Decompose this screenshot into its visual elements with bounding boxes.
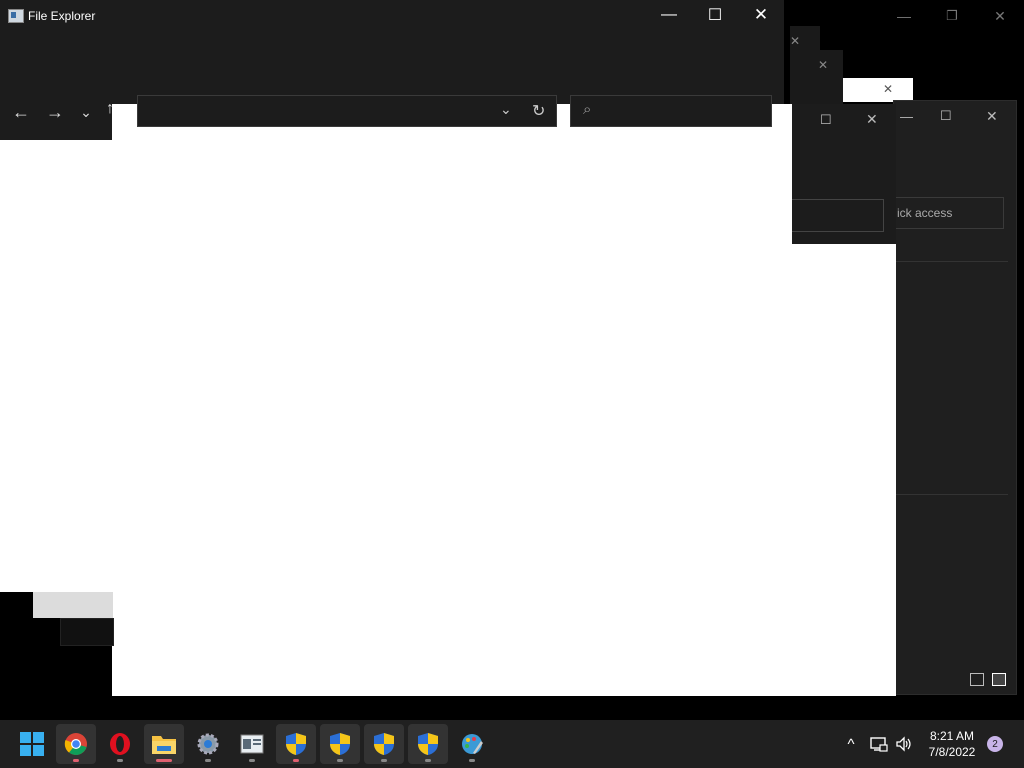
uac-shield-app-3[interactable] xyxy=(364,724,404,764)
recent-locations-button[interactable]: ⌄ xyxy=(74,97,98,127)
back-button[interactable]: ← xyxy=(7,97,35,127)
running-indicator xyxy=(117,759,123,762)
minimize-icon[interactable]: — xyxy=(900,109,913,124)
running-indicator xyxy=(425,759,431,762)
background-window-quick-access[interactable]: — ☐ ✕ ick access xyxy=(893,100,1017,695)
shield-icon xyxy=(374,733,394,755)
forward-button[interactable]: → xyxy=(41,97,69,127)
window-icon xyxy=(240,734,264,754)
taskbar: ^ 8:21 AM 7/8/2022 xyxy=(0,720,1024,768)
uac-shield-app-4[interactable] xyxy=(408,724,448,764)
refresh-icon[interactable]: ↻ xyxy=(532,101,545,121)
paint-app[interactable] xyxy=(452,724,492,764)
close-icon[interactable]: ✕ xyxy=(790,34,800,48)
running-indicator xyxy=(205,759,211,762)
background-window-fragment xyxy=(60,618,114,646)
background-window-controls: — ❐ ✕ xyxy=(880,0,1024,32)
chrome-icon xyxy=(64,733,87,755)
running-indicator xyxy=(469,759,475,762)
background-address-bar[interactable] xyxy=(792,199,884,232)
running-indicator xyxy=(381,759,387,762)
background-window-fragment xyxy=(33,592,113,618)
running-indicator xyxy=(249,759,255,762)
windows-logo-icon xyxy=(20,732,44,756)
file-explorer-app[interactable] xyxy=(144,724,184,764)
close-icon[interactable]: ✕ xyxy=(866,111,878,128)
running-indicator xyxy=(293,759,299,762)
background-close-button[interactable]: ✕ xyxy=(976,8,1024,25)
search-icon: ⌕ xyxy=(583,101,592,118)
volume-icon[interactable] xyxy=(892,720,916,768)
window-title: File Explorer xyxy=(28,9,96,23)
background-minimize-button[interactable]: — xyxy=(880,8,928,24)
background-window-2[interactable]: ✕ xyxy=(790,26,820,106)
minimize-button[interactable]: — xyxy=(646,0,692,30)
shield-icon xyxy=(418,733,438,755)
shield-icon xyxy=(330,733,350,755)
active-indicator xyxy=(156,759,172,762)
gear-icon xyxy=(197,733,219,755)
address-bar[interactable]: ⌄ ↻ xyxy=(137,95,557,127)
background-window-4[interactable]: ✕ xyxy=(843,78,913,102)
clock-date: 7/8/2022 xyxy=(928,745,976,759)
search-box[interactable]: ⌕ xyxy=(570,95,772,127)
up-button[interactable]: ↑ xyxy=(96,94,124,124)
maximize-icon[interactable]: ☐ xyxy=(820,112,832,128)
close-icon[interactable]: ✕ xyxy=(818,58,828,72)
clock[interactable]: 8:21 AM 7/8/2022 xyxy=(920,728,984,760)
running-indicator xyxy=(73,759,79,762)
maximize-icon[interactable]: ☐ xyxy=(940,108,952,124)
details-view-icon[interactable] xyxy=(970,673,984,686)
running-indicator xyxy=(337,759,343,762)
file-explorer-window[interactable]: File Explorer — ☐ ✕ ← → ⌄ ↑ ⌄ ↻ ⌕ xyxy=(0,0,784,592)
close-icon[interactable]: ✕ xyxy=(986,108,998,125)
palette-icon xyxy=(462,734,483,754)
uac-shield-app-2[interactable] xyxy=(320,724,360,764)
quick-access-search-field[interactable]: ick access xyxy=(894,197,1004,229)
opera-app[interactable] xyxy=(100,724,140,764)
background-restore-button[interactable]: ❐ xyxy=(928,8,976,24)
start-button[interactable] xyxy=(12,724,52,764)
chrome-app[interactable] xyxy=(56,724,96,764)
address-dropdown-icon[interactable]: ⌄ xyxy=(500,101,512,118)
background-window-3[interactable]: ✕ xyxy=(818,50,843,105)
large-icons-view-icon[interactable] xyxy=(992,673,1006,686)
folder-icon xyxy=(152,736,176,754)
close-button[interactable]: ✕ xyxy=(738,0,784,30)
file-explorer-app-icon xyxy=(8,9,24,23)
shield-icon xyxy=(286,733,306,755)
settings-app[interactable] xyxy=(188,724,228,764)
uac-shield-app-1[interactable] xyxy=(276,724,316,764)
control-panel-app[interactable] xyxy=(232,724,272,764)
divider xyxy=(894,494,1008,495)
close-icon[interactable]: ✕ xyxy=(883,82,893,96)
maximize-button[interactable]: ☐ xyxy=(692,0,738,30)
network-icon[interactable] xyxy=(866,720,892,768)
opera-icon xyxy=(110,733,130,755)
file-list-area[interactable] xyxy=(0,140,784,592)
notification-badge[interactable]: 2 xyxy=(987,736,1003,752)
clock-time: 8:21 AM xyxy=(929,729,975,743)
show-hidden-icons-button[interactable]: ^ xyxy=(838,720,864,768)
quick-access-label: ick access xyxy=(897,206,953,220)
divider xyxy=(894,261,1008,262)
